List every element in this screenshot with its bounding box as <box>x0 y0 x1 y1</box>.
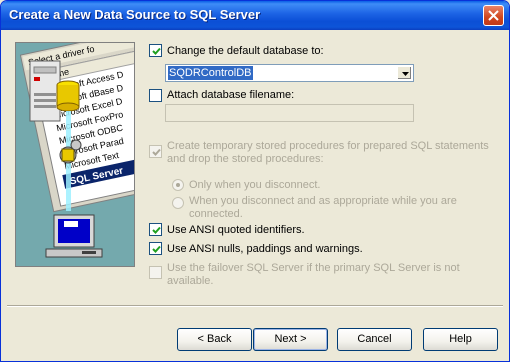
check-icon <box>152 245 161 253</box>
change-default-db-checkbox[interactable] <box>149 44 162 57</box>
ansi-quoted-checkbox[interactable] <box>149 223 162 236</box>
temp-procs-label-line1: Create temporary stored procedures for p… <box>167 140 489 152</box>
check-icon <box>152 226 161 234</box>
radio-only-disconnect <box>172 179 184 191</box>
attach-db-filename-label[interactable]: Attach database filename: <box>167 89 294 101</box>
change-default-db-label[interactable]: Change the default database to: <box>167 45 324 57</box>
close-icon <box>488 10 499 21</box>
ansi-quoted-label[interactable]: Use ANSI quoted identifiers. <box>167 224 305 236</box>
failover-label-line1: Use the failover SQL Server if the prima… <box>167 262 460 274</box>
database-select[interactable]: SQDRControlDB <box>165 64 414 82</box>
check-icon <box>152 47 161 55</box>
title-bar[interactable]: Create a New Data Source to SQL Server <box>1 1 509 30</box>
temp-procs-label-line2: and drop the stored procedures: <box>167 153 324 165</box>
attach-db-filename-checkbox[interactable] <box>149 89 162 102</box>
failover-label-line2: available. <box>167 275 214 287</box>
close-button[interactable] <box>483 5 504 26</box>
window-title: Create a New Data Source to SQL Server <box>9 7 261 22</box>
radio-only-disconnect-label: Only when you disconnect. <box>189 179 321 191</box>
back-button[interactable]: < Back <box>177 328 252 351</box>
temp-procs-checkbox <box>149 145 162 158</box>
ansi-nulls-label[interactable]: Use ANSI nulls, paddings and warnings. <box>167 243 363 255</box>
attach-db-filename-input <box>165 104 414 122</box>
ansi-nulls-checkbox[interactable] <box>149 242 162 255</box>
radio-as-appropriate-label-line1: When you disconnect and as appropriate w… <box>189 195 457 207</box>
dialog-window: Create a New Data Source to SQL Server S… <box>0 0 510 362</box>
radio-as-appropriate <box>172 197 184 209</box>
database-select-value: SQDRControlDB <box>168 66 253 80</box>
failover-checkbox <box>149 266 162 279</box>
help-button[interactable]: Help <box>423 328 498 351</box>
wizard-illustration: Select a driver fo Name Microsoft Access… <box>15 42 135 267</box>
chevron-down-icon <box>402 72 409 76</box>
button-separator <box>7 305 503 307</box>
cancel-button[interactable]: Cancel <box>337 328 412 351</box>
radio-as-appropriate-label-line2: connected. <box>189 208 243 220</box>
next-button[interactable]: Next > <box>253 328 328 351</box>
check-icon <box>152 148 161 156</box>
wizard-graphic: Select a driver fo Name Microsoft Access… <box>16 43 134 266</box>
database-select-dropdown-button[interactable] <box>397 66 412 80</box>
